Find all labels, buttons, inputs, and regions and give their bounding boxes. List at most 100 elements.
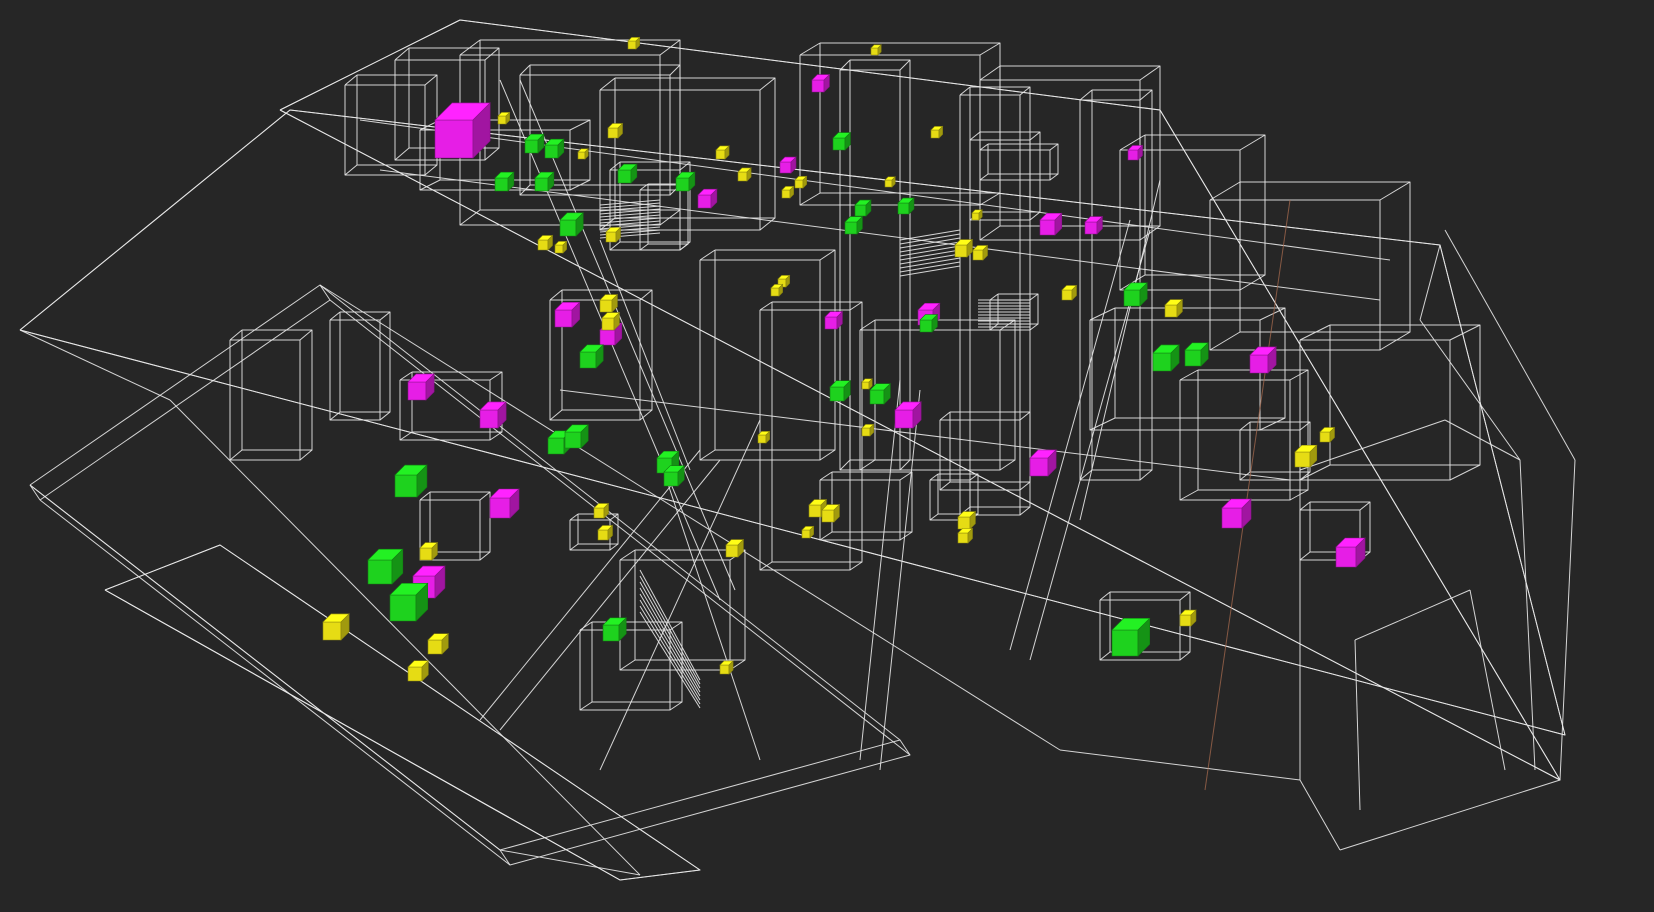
tower-c-shaft [839, 59, 851, 71]
yellow-marker-face [554, 244, 564, 254]
yellow-marker-face [537, 239, 549, 251]
green-marker[interactable] [559, 212, 584, 237]
yellow-marker[interactable] [957, 527, 974, 544]
yellow-marker[interactable] [930, 125, 944, 139]
magenta-marker-face [1221, 507, 1243, 529]
green-marker[interactable] [524, 133, 545, 154]
column-mid3 [999, 459, 1016, 471]
yellow-marker[interactable] [794, 175, 808, 189]
wireframe-scene[interactable] [0, 0, 1654, 912]
yellow-marker[interactable] [972, 244, 989, 261]
magenta-marker-face [407, 381, 427, 401]
yellow-marker[interactable] [870, 44, 882, 56]
yellow-marker[interactable] [954, 238, 974, 258]
magenta-marker[interactable] [489, 488, 520, 519]
green-marker[interactable] [663, 464, 686, 487]
yellow-marker[interactable] [599, 293, 619, 313]
green-marker[interactable] [579, 344, 604, 369]
magenta-marker[interactable] [1084, 215, 1104, 235]
magenta-marker[interactable] [824, 310, 844, 330]
magenta-marker[interactable] [479, 401, 507, 429]
block-right3 [1299, 551, 1311, 561]
magenta-marker[interactable] [407, 373, 435, 401]
magenta-marker[interactable] [779, 156, 797, 174]
green-marker-face [394, 474, 418, 498]
green-marker[interactable] [394, 464, 428, 498]
green-marker[interactable] [1123, 282, 1148, 307]
yellow-marker[interactable] [554, 240, 568, 254]
floor-slab-left [499, 849, 511, 866]
yellow-marker[interactable] [605, 226, 622, 243]
yellow-marker[interactable] [770, 283, 784, 297]
green-marker[interactable] [564, 424, 589, 449]
magenta-marker[interactable] [1127, 144, 1144, 161]
wire-edge [1009, 219, 1131, 651]
yellow-marker[interactable] [801, 525, 815, 539]
green-marker[interactable] [494, 171, 515, 192]
magenta-marker[interactable] [1039, 212, 1063, 236]
yellow-marker[interactable] [971, 209, 983, 221]
yellow-marker[interactable] [1164, 298, 1184, 318]
yellow-marker[interactable] [322, 613, 350, 641]
yellow-marker[interactable] [861, 378, 873, 390]
yellow-marker[interactable] [725, 538, 745, 558]
yellow-marker[interactable] [781, 185, 795, 199]
yellow-marker[interactable] [884, 176, 896, 188]
green-marker[interactable] [897, 197, 915, 215]
green-marker[interactable] [1111, 617, 1151, 657]
green-marker[interactable] [617, 163, 638, 184]
green-marker[interactable] [829, 379, 852, 402]
yellow-marker[interactable] [715, 145, 730, 160]
yellow-marker[interactable] [861, 423, 875, 437]
yellow-marker[interactable] [1294, 444, 1318, 468]
yellow-marker[interactable] [737, 167, 752, 182]
tower-f [1144, 134, 1266, 276]
magenta-marker-face [489, 497, 511, 519]
yellow-marker[interactable] [593, 502, 610, 519]
3d-viewport[interactable] [0, 0, 1654, 912]
magenta-marker[interactable] [697, 188, 718, 209]
yellow-marker[interactable] [601, 311, 621, 331]
green-marker[interactable] [1152, 344, 1180, 372]
green-marker[interactable] [854, 199, 872, 217]
green-marker[interactable] [534, 171, 555, 192]
magenta-marker[interactable] [1249, 346, 1277, 374]
yellow-marker[interactable] [419, 541, 439, 561]
yellow-marker[interactable] [497, 111, 511, 125]
magenta-marker[interactable] [1221, 498, 1252, 529]
green-marker[interactable] [832, 131, 852, 151]
magenta-marker[interactable] [554, 301, 581, 328]
yellow-marker[interactable] [537, 234, 554, 251]
magenta-marker[interactable] [894, 401, 922, 429]
green-marker[interactable] [919, 313, 939, 333]
yellow-marker[interactable] [627, 36, 641, 50]
yellow-marker[interactable] [719, 660, 734, 675]
yellow-marker[interactable] [577, 148, 589, 160]
stack-a [609, 241, 621, 251]
yellow-marker[interactable] [597, 524, 614, 541]
green-marker[interactable] [367, 548, 404, 585]
yellow-marker[interactable] [1179, 609, 1197, 627]
yellow-marker[interactable] [607, 122, 624, 139]
magenta-marker[interactable] [434, 102, 491, 159]
yellow-marker[interactable] [407, 659, 430, 682]
yellow-marker[interactable] [821, 503, 841, 523]
green-marker[interactable] [844, 215, 864, 235]
tower-b [759, 77, 776, 91]
tower-left [424, 74, 438, 86]
yellow-marker[interactable] [1061, 284, 1078, 301]
magenta-marker[interactable] [1029, 449, 1057, 477]
yellow-marker[interactable] [757, 430, 771, 444]
green-marker[interactable] [675, 171, 696, 192]
green-marker[interactable] [1184, 342, 1209, 367]
magenta-marker[interactable] [811, 73, 831, 93]
yellow-marker[interactable] [957, 510, 977, 530]
green-marker[interactable] [602, 617, 627, 642]
tower-g [1379, 331, 1411, 351]
magenta-marker[interactable] [1335, 537, 1366, 568]
green-marker[interactable] [389, 582, 429, 622]
green-marker[interactable] [869, 382, 892, 405]
yellow-marker[interactable] [427, 632, 450, 655]
yellow-marker[interactable] [1319, 426, 1336, 443]
green-marker[interactable] [544, 138, 565, 159]
